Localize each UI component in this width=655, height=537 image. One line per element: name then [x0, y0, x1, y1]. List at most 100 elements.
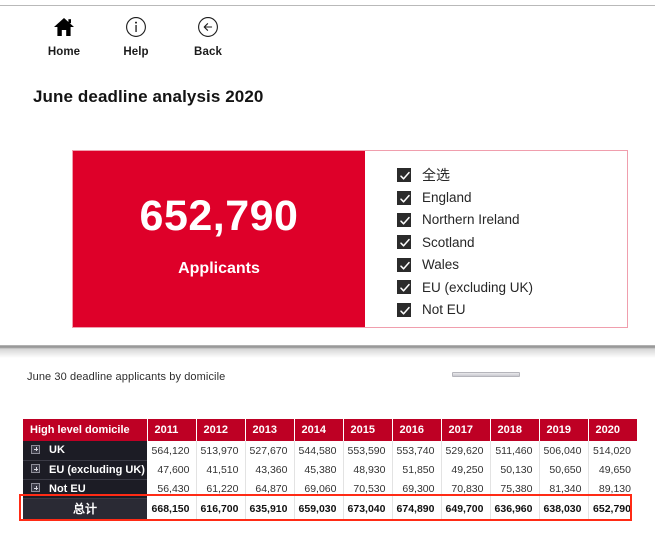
table-cell-value: 659,030 — [294, 498, 344, 519]
table-cell-value: 544,580 — [294, 441, 344, 460]
nav-item-help[interactable]: Help — [100, 14, 172, 58]
table-cell-value: 616,700 — [196, 498, 246, 519]
toolbar: Home Help Back — [28, 14, 244, 58]
filter-row[interactable]: Northern Ireland — [397, 209, 627, 231]
expand-plus-icon[interactable] — [31, 483, 40, 493]
table-cell-value: 674,890 — [392, 498, 442, 519]
table-cell-value: 70,530 — [343, 479, 393, 498]
applicants-kpi-card: 652,790 Applicants — [73, 151, 365, 327]
table-cell-value: 81,340 — [539, 479, 589, 498]
table-cell-value: 50,130 — [490, 460, 540, 479]
table-cell-value: 638,030 — [539, 498, 589, 519]
filter-label: Not EU — [422, 302, 466, 318]
checkbox-checked-icon[interactable] — [397, 280, 411, 295]
table-header-row: High level domicile 2011 2012 2013 2014 2015… — [23, 419, 637, 441]
table-cell-value: 668,150 — [147, 498, 197, 519]
applicants-total-label: Applicants — [178, 259, 260, 277]
table-cell-value: 673,040 — [343, 498, 393, 519]
checkbox-checked-icon[interactable] — [397, 212, 411, 227]
horizontal-scrollbar[interactable] — [452, 372, 520, 377]
row-header-domicile[interactable]: 总计 — [23, 498, 147, 519]
checkbox-checked-icon[interactable] — [397, 257, 411, 272]
column-header-year[interactable]: 2017 — [441, 419, 491, 441]
filter-label: EU (excluding UK) — [422, 279, 534, 295]
column-header-year[interactable]: 2015 — [343, 419, 393, 441]
table-cell-value: 527,670 — [245, 441, 295, 460]
table-cell-value: 49,650 — [588, 460, 637, 479]
filter-label: England — [422, 190, 472, 206]
filter-label: Scotland — [422, 234, 475, 250]
column-header-year[interactable]: 2011 — [147, 419, 197, 441]
column-header-year[interactable]: 2020 — [588, 419, 637, 441]
table-cell-value: 553,740 — [392, 441, 442, 460]
table-cell-value: 56,430 — [147, 479, 197, 498]
section-divider-shadow — [0, 349, 655, 358]
table-cell-value: 506,040 — [539, 441, 589, 460]
top-divider — [0, 5, 655, 6]
table-cell-value: 69,060 — [294, 479, 344, 498]
nav-item-home[interactable]: Home — [28, 14, 100, 58]
table-cell-value: 49,250 — [441, 460, 491, 479]
table-caption: June 30 deadline applicants by domicile — [27, 371, 226, 383]
domicile-filter-list: 全选 England Northern Ireland Scotland Wales EU… — [365, 151, 627, 327]
page-title: June deadline analysis 2020 — [33, 87, 264, 106]
column-header-year[interactable]: 2016 — [392, 419, 442, 441]
info-circle-icon — [125, 14, 147, 40]
table-row: UK 564,120 513,970 527,670 544,580 553,590 553… — [23, 441, 637, 461]
page-root: Home Help Back June deadline analysis 20… — [0, 0, 655, 537]
summary-panel: 652,790 Applicants 全选 England Northern Ire… — [72, 150, 628, 328]
filter-row[interactable]: EU (excluding UK) — [397, 276, 627, 298]
table-cell-value: 636,960 — [490, 498, 540, 519]
row-label: UK — [49, 444, 65, 457]
table-cell-value: 514,020 — [588, 441, 637, 460]
row-header-domicile[interactable]: EU (excluding UK) — [23, 460, 147, 480]
filter-row[interactable]: Not EU — [397, 298, 627, 320]
table-cell-value: 51,850 — [392, 460, 442, 479]
filter-row[interactable]: England — [397, 186, 627, 208]
checkbox-checked-icon[interactable] — [397, 190, 411, 205]
row-label: EU (excluding UK) — [49, 463, 145, 476]
column-header-domicile[interactable]: High level domicile — [23, 419, 148, 441]
checkbox-checked-icon[interactable] — [397, 235, 411, 250]
applicants-total-value: 652,790 — [139, 191, 299, 240]
table-cell-value: 513,970 — [196, 441, 246, 460]
domicile-data-table: High level domicile 2011 2012 2013 2014 2015… — [23, 419, 637, 519]
column-header-year[interactable]: 2013 — [245, 419, 295, 441]
row-header-domicile[interactable]: Not EU — [23, 479, 147, 499]
table-row: Not EU 56,430 61,220 64,870 69,060 70,530 69,3… — [23, 479, 637, 499]
row-label: Not EU — [49, 482, 86, 495]
table-body: UK 564,120 513,970 527,670 544,580 553,590 553… — [23, 441, 637, 519]
filter-row[interactable]: Scotland — [397, 231, 627, 253]
table-cell-value: 652,790 — [588, 498, 637, 519]
expand-plus-icon[interactable] — [31, 464, 40, 474]
checkbox-checked-icon[interactable] — [397, 302, 411, 317]
table-cell-value: 50,650 — [539, 460, 589, 479]
expand-plus-icon[interactable] — [31, 444, 40, 454]
filter-label: Northern Ireland — [422, 212, 520, 228]
table-cell-value: 553,590 — [343, 441, 393, 460]
nav-label-help: Help — [123, 46, 149, 58]
table-cell-value: 64,870 — [245, 479, 295, 498]
column-header-year[interactable]: 2019 — [539, 419, 589, 441]
checkbox-checked-icon[interactable] — [397, 168, 411, 183]
filter-label: 全选 — [422, 167, 450, 184]
column-header-year[interactable]: 2014 — [294, 419, 344, 441]
table-row: 总计 668,150 616,700 635,910 659,030 673,040 674… — [23, 498, 637, 519]
table-cell-value: 635,910 — [245, 498, 295, 519]
nav-item-back[interactable]: Back — [172, 14, 244, 58]
row-header-domicile[interactable]: UK — [23, 441, 147, 461]
table-cell-value: 45,380 — [294, 460, 344, 479]
table-cell-value: 649,700 — [441, 498, 491, 519]
back-arrow-circle-icon — [197, 14, 219, 40]
column-header-year[interactable]: 2018 — [490, 419, 540, 441]
filter-label: Wales — [422, 257, 460, 273]
table-cell-value: 89,130 — [588, 479, 637, 498]
filter-row[interactable]: 全选 — [397, 164, 627, 186]
filter-row[interactable]: Wales — [397, 254, 627, 276]
row-label: 总计 — [72, 502, 97, 517]
column-header-year[interactable]: 2012 — [196, 419, 246, 441]
nav-label-back: Back — [194, 46, 222, 58]
table-cell-value: 47,600 — [147, 460, 197, 479]
table-cell-value: 511,460 — [490, 441, 540, 460]
table-row: EU (excluding UK) 47,600 41,510 43,360 45,38… — [23, 460, 637, 480]
